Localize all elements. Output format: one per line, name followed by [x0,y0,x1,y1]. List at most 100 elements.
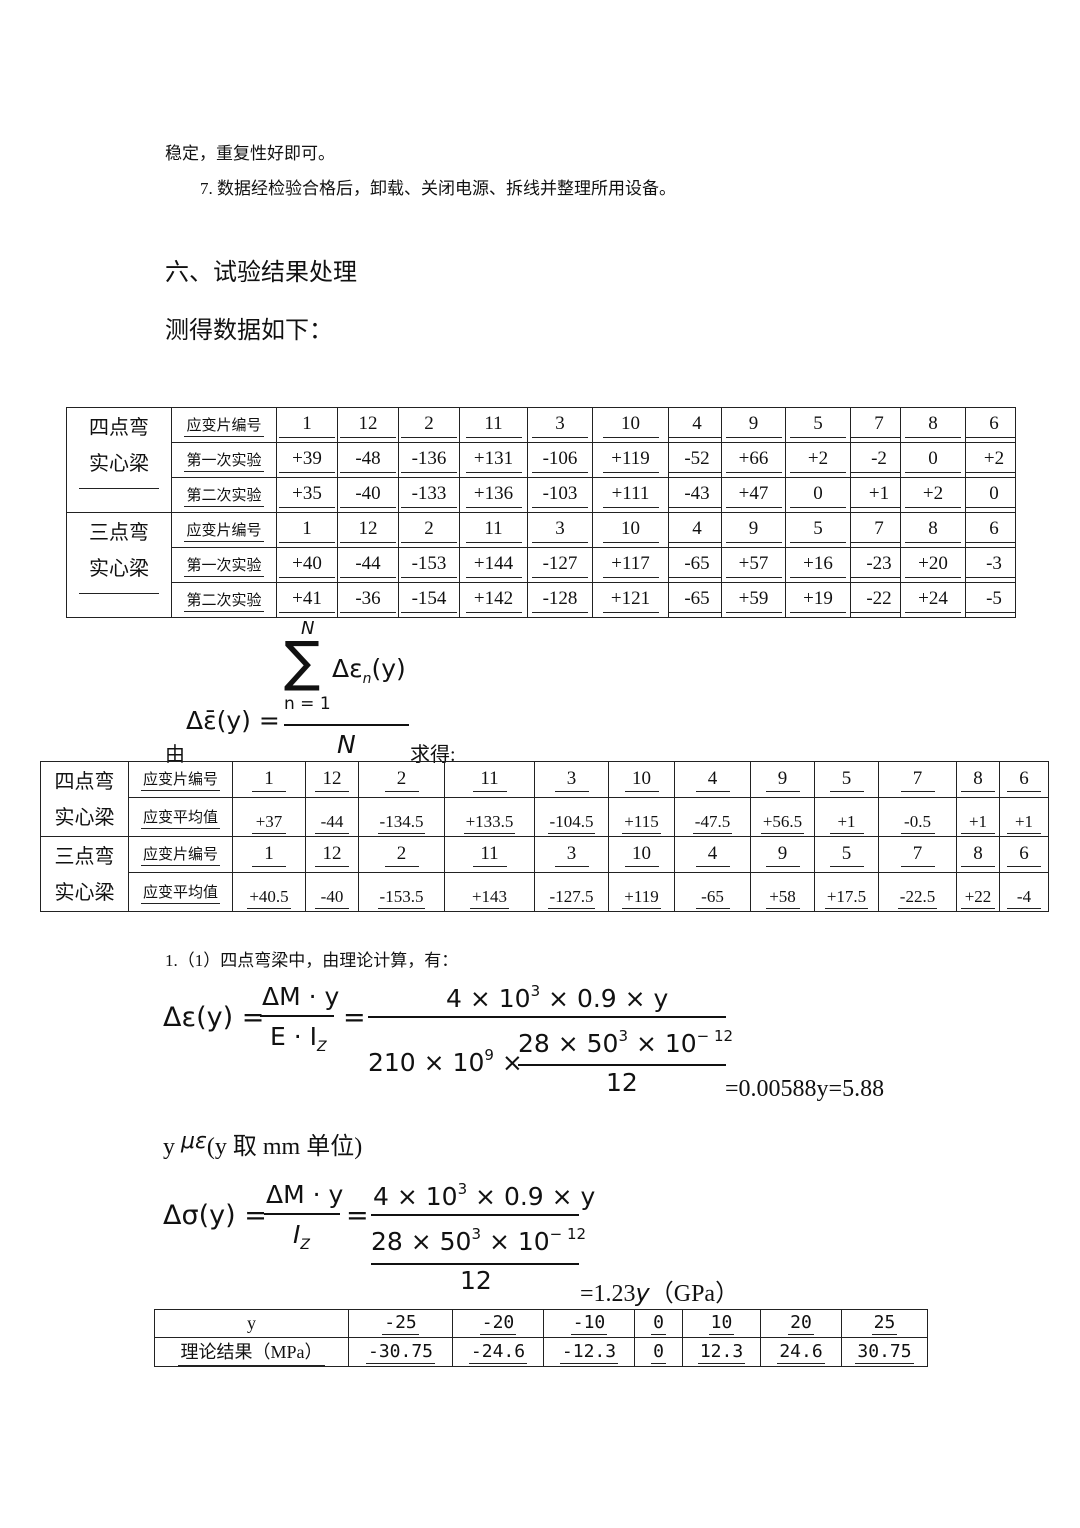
average-value-cell: -47.5 [674,797,751,837]
strain-value-cell: -133 [398,477,460,513]
stress-big-bar [371,1214,579,1216]
gauge-id-cell: 1 [276,407,338,443]
gauge-id-cell: 1 [232,760,306,799]
average-value-cell: -127.5 [534,872,609,912]
row-label: 应变片编号 [171,407,277,443]
gauge-id-cell: 7 [850,407,901,443]
gauge-id-cell: 10 [608,835,675,874]
theory-cell: 24.6 [760,1337,842,1367]
average-value-cell: +40.5 [232,872,306,912]
average-value-cell: +22 [956,872,1000,912]
strain-value-cell: -5 [965,582,1016,618]
gauge-id-cell: 1 [276,512,338,548]
strain-value-cell: -2 [850,442,901,478]
row-label: 应变平均值 [128,872,233,912]
average-row: 应变平均值 +40.5 -40 -153.5 +143 -127.5 +119 -65 +58 +… [41,872,1049,912]
gauge-id-cell: 11 [444,760,535,799]
theory-cell: -24.6 [452,1337,544,1367]
average-value-cell: -22.5 [878,872,957,912]
strain-value-cell: -36 [337,582,399,618]
row-label: 第二次实验 [171,582,277,618]
theory-row-label: 理论结果（MPa） [154,1337,349,1367]
theory-cell: 12.3 [682,1337,761,1367]
theory-cell: -30.75 [348,1337,453,1367]
average-row: 应变平均值 +37 -44 -134.5 +133.5 -104.5 +115 -47.5 +5… [41,797,1049,837]
strain-value-cell: +131 [459,442,528,478]
stress-frac-num: ΔM · y [266,1180,344,1209]
gauge-id-cell: 12 [337,407,399,443]
gauge-row: 三点弯 实心梁 应变片编号 1 12 2 11 3 10 4 9 5 7 8 6 [66,512,1016,618]
row-label: 第一次实验 [171,547,277,583]
gauge-id-cell: 2 [358,835,445,874]
gauge-id-cell: 8 [900,512,966,548]
stress-inner-den: 12 [460,1266,492,1295]
average-value-cell: +1 [999,797,1049,837]
strain-value-cell: -106 [527,442,593,478]
experiment-row: 第二次实验 +35 -40 -133 +136 -103 +111 -43 +47 0 +1 +2 0 [67,477,1016,513]
strain-value-cell: -65 [668,547,722,583]
strain-value-cell: -136 [398,442,460,478]
strain-frac-num: ΔM · y [262,982,340,1011]
gauge-id-cell: 12 [305,835,359,874]
strain-value-cell: +35 [276,477,338,513]
gauge-id-cell: 3 [527,512,593,548]
strain-value-cell: +117 [592,547,669,583]
gauge-id-cell: 7 [878,760,957,799]
sigma-symbol: ∑ [284,630,321,693]
stress-frac-bar [264,1213,340,1215]
strain-result: =0.00588y=5.88 [725,1076,885,1102]
row-label: 应变片编号 [128,760,233,799]
beam-group-label: 三点弯 实心梁 [66,512,172,618]
strain-big-num: 4 × 103 × 0.9 × y [446,982,669,1013]
strain-value-cell: +66 [721,442,786,478]
strain-equals: = [343,1002,366,1033]
strain-value-cell: -43 [668,477,722,513]
gauge-id-cell: 1 [232,835,306,874]
strain-value-cell: +144 [459,547,528,583]
experiment-row: 第二次实验 +41 -36 -154 +142 -128 +121 -65 +59 +19 -22 +… [67,582,1016,618]
average-strain-table: 四点弯 实心梁 应变片编号 1 12 2 11 3 10 4 9 5 7 8 6 应变平均值 +37 -44 -13… [40,760,1049,912]
section-title: 六、试验结果处理 [165,260,357,286]
gauge-id-cell: 8 [956,835,1000,874]
strain-value-cell: +39 [276,442,338,478]
y-cell: -25 [348,1309,453,1338]
intro-line-1: 稳定，重复性好即可。 [165,144,335,163]
strain-value-cell: -3 [965,547,1016,583]
average-value-cell: +119 [608,872,675,912]
gauge-id-cell: 9 [721,407,786,443]
gauge-id-cell: 12 [305,760,359,799]
strain-value-cell: +121 [592,582,669,618]
average-value-cell: -104.5 [534,797,609,837]
measured-data-table: 四点弯 实心梁 应变片编号 1 12 2 11 3 10 4 9 5 7 8 6 第一次实验 +39 -48 -13… [66,407,1016,618]
stress-equals: = [346,1200,369,1231]
stress-frac-den: IZ [293,1220,310,1253]
gauge-id-cell: 9 [750,835,815,874]
beam-name-line2: 实心梁 [79,551,159,594]
average-value-cell: +133.5 [444,797,535,837]
average-value-cell: -134.5 [358,797,445,837]
y-header: y [154,1309,349,1338]
gauge-id-cell: 6 [965,407,1016,443]
gauge-id-cell: 9 [750,760,815,799]
strain-value-cell: +59 [721,582,786,618]
average-value-cell: +143 [444,872,535,912]
strain-value-cell: +111 [592,477,669,513]
y-cell: -20 [452,1309,544,1338]
strain-value-cell: -48 [337,442,399,478]
strain-value-cell: -40 [337,477,399,513]
strain-value-cell: +19 [785,582,851,618]
average-value-cell: -44 [305,797,359,837]
beam-group-label: 四点弯 实心梁 [40,761,129,837]
experiment-row: 第一次实验 +39 -48 -136 +131 -106 +119 -52 +66 +2 -2 0 +2 [67,442,1016,478]
strain-inner-den: 12 [606,1068,638,1097]
strain-value-cell: +142 [459,582,528,618]
strain-value-cell: +41 [276,582,338,618]
theory-y-row: y -25 -20 -10 0 10 20 25 [154,1309,928,1338]
strain-value-cell: -22 [850,582,901,618]
gauge-row: 四点弯 实心梁 应变片编号 1 12 2 11 3 10 4 9 5 7 8 6 [40,760,1049,837]
row-label: 第一次实验 [171,442,277,478]
strain-value-cell: -23 [850,547,901,583]
strain-value-cell: +20 [900,547,966,583]
gauge-id-cell: 6 [999,760,1049,799]
average-value-cell: -153.5 [358,872,445,912]
